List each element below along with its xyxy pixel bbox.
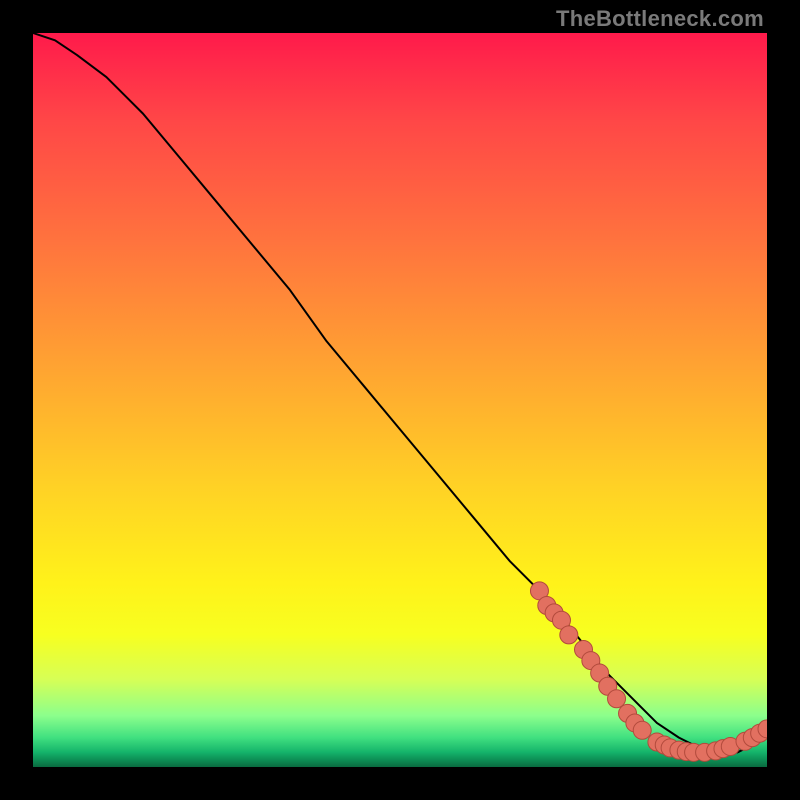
- bottleneck-curve: [33, 33, 767, 752]
- plot-area: [33, 33, 767, 767]
- chart-stage: TheBottleneck.com: [0, 0, 800, 800]
- chart-svg: [33, 33, 767, 767]
- watermark-text: TheBottleneck.com: [556, 6, 764, 32]
- data-marker: [633, 721, 651, 739]
- data-markers: [530, 582, 767, 761]
- data-marker: [560, 626, 578, 644]
- data-marker: [608, 690, 626, 708]
